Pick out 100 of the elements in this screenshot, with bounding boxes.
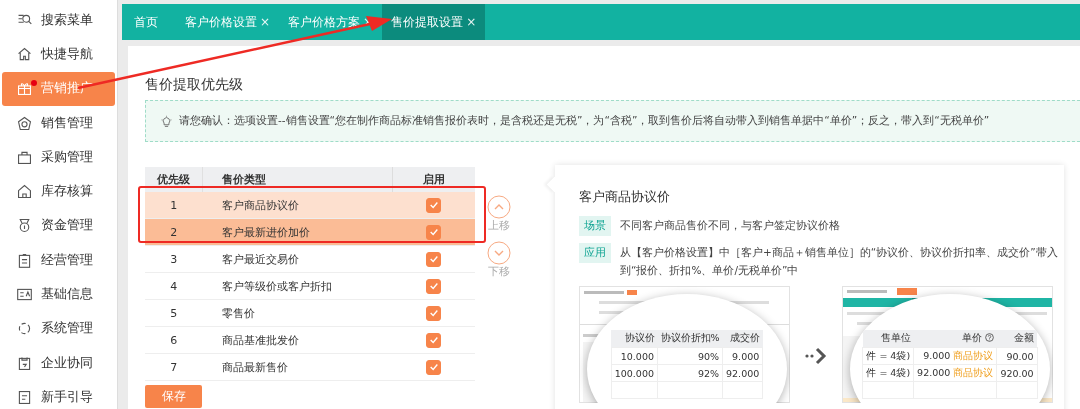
close-icon[interactable]: × [466,15,477,29]
checkbox[interactable] [426,278,442,294]
table-row[interactable]: 5 零售价 [145,299,475,327]
price-source-label: 商品协议 [953,366,994,378]
sidebar-label: 经营管理 [41,251,93,269]
house-icon [16,183,33,201]
help-icon[interactable] [984,333,994,342]
check-icon [428,308,439,318]
column-header: 金额 [996,330,1038,348]
sidebar-label: 搜索菜单 [41,11,93,29]
table-cell: 商品最新售价 [202,353,393,381]
sidebar-label: 库存核算 [41,183,93,201]
table-cell: 客户最新进价加价 [202,218,393,246]
checkbox[interactable] [426,251,442,267]
tag: 场景 [579,216,611,236]
column-header: 优先级 [145,167,203,192]
check-icon [428,254,439,264]
gift-icon [16,80,33,98]
sidebar-item[interactable]: 搜索菜单 [2,3,115,38]
table-cell: 客户等级价或客户折扣 [202,272,393,300]
table-cell: 1 [145,192,203,219]
table-cell: 客户商品协议价 [202,192,393,219]
checkbox[interactable] [426,305,442,321]
sidebar-label: 资金管理 [41,217,93,235]
sidebar-item[interactable]: 企业协同 [2,345,115,381]
table-cell: 件 = 4袋) [862,364,914,382]
sidebar-item[interactable]: 采购管理 [2,140,115,175]
checkbox[interactable] [426,359,442,375]
check-icon [428,281,439,291]
table-cell: 7 [145,353,203,381]
price-source-label: 商品协议 [953,349,994,361]
table-cell: 件 = 4袋) [862,347,914,365]
tab-label: 首页 [134,13,158,31]
pentagon-icon [16,114,33,132]
sidebar-item[interactable]: 基础信息 [2,277,115,312]
table-cell: 92.000 [722,364,763,382]
checkbox[interactable] [426,197,442,213]
sidebar-label: 基础信息 [41,286,93,303]
tab-label: 客户价格设置 [185,13,257,31]
sidebar-item[interactable]: 资金管理 [2,208,115,244]
sidebar-item[interactable]: 销售管理 [2,105,115,141]
table-row[interactable]: 6 商品基准批发价 [145,326,475,354]
column-header: 售价类型 [202,167,393,192]
tip-text: 请您确认：选项设置--销售设置“您在制作商品标准销售报价表时，是含税还是无税”，为“含税”，取到售价后将自动带入到销售单据中“单价”；反之，带入到“无税单价” [179,114,990,128]
table-cell: 零售价 [202,299,393,327]
table-cell: 客户最近交易价 [202,245,393,273]
id-card-icon [16,286,33,303]
clipboard-icon [16,251,33,269]
sidebar-item[interactable]: 经营管理 [2,243,115,278]
table-cell: 3 [145,245,203,273]
checkbox[interactable] [426,332,442,348]
book-icon [16,388,33,406]
table-cell: 2 [145,218,203,246]
sidebar-label: 销售管理 [41,114,93,132]
table-cell: 920.00 [996,364,1038,382]
column-header: 协议价折扣% [657,330,723,348]
check-icon [428,200,439,210]
table-row[interactable]: 7 商品最新售价 [145,353,475,381]
column-header: 协议价 [611,330,658,348]
price-text: 92.000 [917,366,951,378]
home-icon [16,45,33,63]
description-text: 从【客户价格设置】中［客户+商品＋销售单位］的“协议价、协议价折扣率、成交价”带入到“报价、折扣%、单价/无税单价”中 [620,245,1059,278]
sidebar-label: 企业协同 [41,354,93,372]
sidebar-item[interactable]: 新手引导 [2,380,115,409]
check-icon [428,362,439,372]
table-row[interactable]: 3 客户最近交易价 [145,245,475,273]
description-text: 不同客户商品售价不同，与客户签定协议价格 [620,218,840,233]
check-icon [428,227,439,237]
check-icon [428,335,439,345]
checkbox[interactable] [426,224,442,240]
tab-label: 售价提取设置 [391,13,464,31]
column-header: 成交价 [722,330,763,348]
table-row[interactable]: 1 客户商品协议价 [145,192,475,219]
sidebar-label: 快捷导航 [41,45,93,63]
column-header: 售单位 [862,330,914,348]
page-title: 售价提取优先级 [145,76,244,94]
table-cell: 100.000 [611,364,658,382]
table-cell: 9.000 [722,347,763,365]
sidebar-label: 系统管理 [41,320,93,338]
sidebar-item[interactable]: 库存核算 [2,174,115,209]
table-row[interactable]: 4 客户等级价或客户折扣 [145,272,475,300]
table-cell: 4 [145,272,203,300]
table-cell: 商品基准批发价 [202,326,393,354]
sidebar-label: 采购管理 [41,148,93,166]
tag: 应用 [579,243,611,263]
sidebar-label: 新手引导 [41,388,93,406]
column-header: 启用 [392,167,475,192]
tab[interactable]: 售价提取设置 × [382,4,486,40]
sidebar-item[interactable]: 系统管理 [2,311,115,346]
sidebar-item[interactable]: 快捷导航 [2,37,115,72]
column-header: 单价 [961,332,982,343]
table-cell: 92% [657,364,723,382]
arrow-icon [804,346,828,366]
detail-title: 客户商品协议价 [579,189,671,206]
price-text: 9.000 [923,349,951,361]
table-cell: 90% [657,347,723,365]
table-cell: 6 [145,326,203,354]
table-cell: 90.00 [996,347,1038,365]
lightbulb-icon [160,114,173,128]
table-cell: 5 [145,299,203,327]
